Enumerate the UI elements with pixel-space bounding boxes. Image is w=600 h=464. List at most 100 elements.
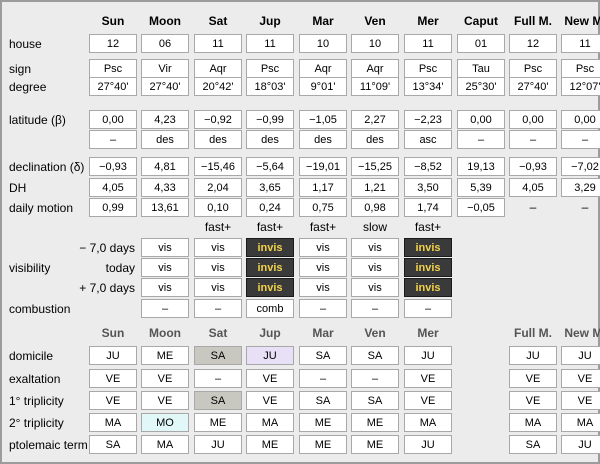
value-cell: Psc	[561, 59, 600, 78]
value-cell: Aqr	[351, 59, 399, 78]
visibility-cell: vis	[299, 238, 347, 257]
value-cell: Vir	[141, 59, 189, 78]
value-cell: –	[457, 130, 505, 149]
value-cell: 12°07'	[561, 77, 600, 96]
value-cell: 18°03'	[246, 77, 294, 96]
value-cell: 13°34'	[404, 77, 452, 96]
visibility-cell: vis	[194, 258, 242, 277]
dignity-cell: VE	[404, 369, 452, 388]
dignity-cell: VE	[246, 391, 294, 410]
dignity-cell: MA	[404, 413, 452, 432]
value-cell: 11°09'	[351, 77, 399, 96]
value-cell: 10	[351, 34, 399, 53]
value-cell: 4,05	[89, 178, 137, 197]
value-cell: 0,10	[194, 198, 242, 217]
bottom-column-header: New M.	[564, 326, 600, 340]
dignity-cell: ME	[246, 435, 294, 454]
row-label-dignity: exaltation	[9, 372, 61, 386]
value-cell: 27°40'	[141, 77, 189, 96]
dignity-cell: ME	[299, 413, 347, 432]
value-cell: −7,02	[561, 157, 600, 176]
dignity-cell: VE	[89, 369, 137, 388]
dignity-cell: JU	[89, 346, 137, 365]
dignity-cell: JU	[194, 435, 242, 454]
speed-cell: fast+	[256, 220, 284, 234]
value-cell: 0,00	[457, 110, 505, 129]
value-cell: des	[246, 130, 294, 149]
column-header-caput: Caput	[464, 14, 498, 28]
dignity-cell: VE	[141, 369, 189, 388]
dignity-cell: ME	[351, 435, 399, 454]
dignity-cell: MA	[141, 435, 189, 454]
column-header-ven: Ven	[364, 14, 386, 28]
combustion-cell: –	[404, 299, 452, 318]
value-cell: 2,04	[194, 178, 242, 197]
dignity-cell: MA	[246, 413, 294, 432]
value-cell: 0,98	[351, 198, 399, 217]
dignity-cell: JU	[404, 435, 452, 454]
value-cell: 19,13	[457, 157, 505, 176]
dignity-cell: –	[351, 369, 399, 388]
value-cell: 12	[89, 34, 137, 53]
visibility-cell: vis	[141, 278, 189, 297]
value-cell: des	[299, 130, 347, 149]
value-cell: –	[509, 130, 557, 149]
value-cell: 20°42'	[194, 77, 242, 96]
column-header-sun: Sun	[101, 14, 125, 28]
row-label-dignity: 1° triplicity	[9, 394, 64, 408]
row-label-declination: declination (δ)	[9, 160, 85, 174]
dignity-cell: ME	[141, 346, 189, 365]
dignity-cell: VE	[246, 369, 294, 388]
visibility-cell: vis	[351, 278, 399, 297]
row-label-dignity: ptolemaic term	[9, 438, 88, 452]
row-label-dignity: domicile	[9, 349, 54, 363]
row-label-sign: sign	[9, 62, 32, 76]
row-label-combustion: combustion	[9, 302, 71, 316]
dignity-cell: MA	[509, 413, 557, 432]
value-cell: 0,00	[561, 110, 600, 129]
dignity-cell: SA	[509, 435, 557, 454]
dignity-cell: JU	[246, 346, 294, 365]
column-header-mar: Mar	[312, 14, 334, 28]
value-cell: 11	[194, 34, 242, 53]
value-cell: 13,61	[141, 198, 189, 217]
value-cell: Aqr	[299, 59, 347, 78]
value-cell: −8,52	[404, 157, 452, 176]
column-header-moon: Moon	[149, 14, 181, 28]
bottom-column-header: Full M.	[514, 326, 552, 340]
dignity-cell: –	[194, 369, 242, 388]
visibility-cell: vis	[351, 238, 399, 257]
dignity-cell: ME	[194, 413, 242, 432]
value-cell: −2,23	[404, 110, 452, 129]
value-cell: 27°40'	[89, 77, 137, 96]
visibility-sublabel: − 7,0 days	[79, 241, 135, 255]
dignity-cell: SA	[194, 346, 242, 365]
value-cell: 1,17	[299, 178, 347, 197]
value-cell: des	[351, 130, 399, 149]
value-cell: 0,99	[89, 198, 137, 217]
column-header-mer: Mer	[417, 14, 439, 28]
value-cell: des	[141, 130, 189, 149]
bottom-column-header: Sat	[208, 326, 228, 340]
visibility-cell: invis	[246, 238, 294, 257]
bottom-column-header: Ven	[364, 326, 386, 340]
value-cell: 3,29	[561, 178, 600, 197]
dignity-cell: VE	[561, 369, 600, 388]
planet-info-panel: Sun Moon Sat Jup Mar Ven Mer Caput Full M. New M.…	[0, 0, 600, 464]
visibility-cell: invis	[246, 258, 294, 277]
visibility-cell: invis	[404, 278, 452, 297]
value-cell: −5,64	[246, 157, 294, 176]
column-header-newm: New M.	[564, 14, 600, 28]
dignity-cell: JU	[404, 346, 452, 365]
dignity-cell: MA	[561, 413, 600, 432]
visibility-cell: invis	[404, 258, 452, 277]
value-cell: 3,65	[246, 178, 294, 197]
value-cell: Psc	[404, 59, 452, 78]
visibility-cell: vis	[299, 258, 347, 277]
visibility-sublabel: today	[105, 261, 135, 275]
visibility-cell: vis	[194, 238, 242, 257]
visibility-cell: vis	[351, 258, 399, 277]
bottom-column-header: Mar	[312, 326, 334, 340]
dignity-cell: VE	[141, 391, 189, 410]
dignity-cell: VE	[509, 369, 557, 388]
